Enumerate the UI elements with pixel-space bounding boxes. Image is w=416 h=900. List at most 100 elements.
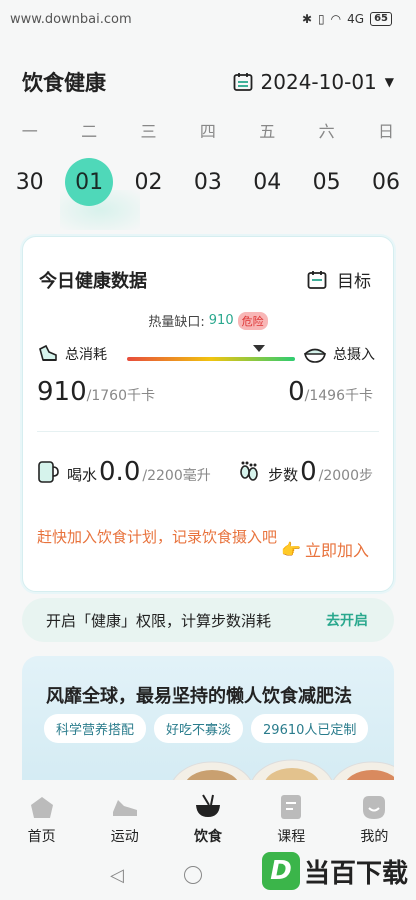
status-bar: www.downbai.com ✱ ▯ ◠ 4G 65 — [0, 0, 416, 38]
tab-profile[interactable]: 我的 — [333, 780, 416, 850]
calorie-balance-bar — [127, 357, 295, 361]
tab-label: 运动 — [110, 829, 139, 845]
tab-label: 首页 — [27, 829, 56, 845]
total-consume: 总消耗 — [37, 343, 107, 365]
water-steps-row: 喝水 0.0 /2200毫升 步数 0 /2000步 — [37, 457, 373, 487]
consume-unit: /1760千卡 — [86, 388, 155, 404]
promo-tag: 好吃不寡淡 — [154, 714, 244, 743]
consume-label: 总消耗 — [65, 347, 107, 363]
footprint-icon — [240, 461, 258, 481]
brand-logo-icon: D — [261, 852, 300, 890]
tab-courses[interactable]: 课程 — [250, 780, 333, 850]
deficit-label: 热量缺口: — [148, 315, 205, 330]
consume-intake-row: 总消耗 总摄入 — [37, 341, 375, 367]
cup-icon — [38, 461, 59, 483]
selected-day-number: 01 — [65, 158, 114, 206]
steps-metric[interactable]: 步数 0 /2000步 — [238, 457, 373, 487]
weekday-label: 一 — [21, 122, 38, 141]
promo-tag: 29610人已定制 — [251, 714, 369, 743]
bluetooth-icon: ✱ — [301, 12, 313, 26]
weekday-label: 日 — [378, 122, 395, 141]
tab-home[interactable]: 首页 — [0, 780, 83, 850]
diet-plan-prompt: 赶快加入饮食计划，记录饮食摄入吧 — [37, 528, 278, 546]
health-data-card: 今日健康数据 目标 热量缺口: 910 危险 总消耗 总摄入 910/1760千… — [22, 236, 394, 592]
join-label: 立即加入 — [304, 541, 369, 560]
week-strip: 一 30 二 01 三 02 四 03 五 04 六 05 日 06 — [0, 118, 416, 206]
weekday-label: 三 — [140, 122, 157, 141]
total-intake: 总摄入 — [303, 343, 375, 365]
intake-unit: /1496千卡 — [304, 388, 373, 404]
health-permission-text: 开启「健康」权限，计算步数消耗 — [46, 611, 272, 630]
water-value: 0.0 — [99, 457, 141, 487]
weekday-label: 六 — [318, 122, 335, 141]
diet-promo-banner[interactable]: 风靡全球，最易坚持的懒人饮食减肥法 科学营养搭配 好吃不寡淡 29610人已定制 — [22, 656, 394, 796]
home-circle-icon[interactable] — [183, 866, 202, 884]
day-number: 02 — [134, 169, 163, 195]
tab-diet[interactable]: 饮食 — [166, 780, 249, 850]
signal-label: 4G — [347, 12, 365, 26]
status-icons: ✱ ▯ ◠ 4G 65 — [302, 12, 392, 26]
intake-label: 总摄入 — [333, 347, 375, 363]
join-now-button[interactable]: 👉 立即加入 — [281, 537, 369, 561]
week-day[interactable]: 一 30 — [0, 118, 59, 206]
goal-button[interactable]: 目标 — [307, 267, 371, 292]
day-number: 03 — [193, 169, 222, 195]
goal-label: 目标 — [337, 272, 371, 292]
week-day[interactable]: 二 01 — [59, 118, 118, 206]
day-number: 04 — [253, 169, 282, 195]
promo-tag: 科学营养搭配 — [44, 714, 147, 743]
deficit-value: 910 — [208, 313, 234, 328]
brand-watermark: D 当百下载 — [261, 852, 408, 890]
steps-value: 0 — [300, 457, 317, 487]
water-unit: /2200毫升 — [142, 468, 211, 484]
back-triangle-icon[interactable]: ◁ — [110, 865, 124, 886]
profile-icon — [363, 796, 386, 819]
course-icon — [281, 795, 302, 819]
steps-unit: /2000步 — [318, 468, 373, 484]
date-text: 2024-10-01 — [260, 70, 377, 94]
day-number: 30 — [15, 169, 44, 195]
pointing-hand-icon: 👉 — [281, 539, 301, 559]
water-metric[interactable]: 喝水 0.0 /2200毫升 — [37, 457, 211, 487]
weekday-label: 二 — [81, 122, 98, 141]
week-day[interactable]: 日 06 — [356, 118, 415, 206]
battery-icon: 65 — [370, 12, 392, 26]
goal-calendar-icon — [307, 270, 327, 289]
day-number: 06 — [372, 169, 401, 195]
danger-badge: 危险 — [237, 311, 268, 330]
watermark-text: www.downbai.com — [10, 11, 132, 27]
tab-label: 我的 — [360, 829, 389, 845]
enable-health-link[interactable]: 去开启 — [326, 610, 368, 630]
kcal-row: 910/1760千卡 0/1496千卡 — [37, 377, 373, 407]
week-day[interactable]: 四 03 — [178, 118, 237, 206]
day-number: 05 — [312, 169, 341, 195]
consume-kcal: 910/1760千卡 — [37, 377, 155, 407]
caret-down-icon: ▼ — [384, 75, 394, 89]
week-day[interactable]: 六 05 — [297, 118, 356, 206]
tab-exercise[interactable]: 运动 — [83, 780, 166, 850]
steps-label: 步数 — [268, 466, 299, 484]
page-title: 饮食健康 — [22, 71, 106, 95]
rice-bowl-icon — [303, 348, 327, 363]
shoe-icon — [39, 344, 57, 361]
tab-label: 饮食 — [194, 829, 222, 845]
weekday-label: 五 — [259, 122, 276, 141]
week-day[interactable]: 三 02 — [119, 118, 178, 206]
promo-tags: 科学营养搭配 好吃不寡淡 29610人已定制 — [44, 714, 369, 743]
weekday-label: 四 — [199, 122, 216, 141]
calendar-icon — [233, 73, 252, 91]
top-bar: 饮食健康 2024-10-01 ▼ — [22, 62, 394, 102]
health-permission-bar: 开启「健康」权限，计算步数消耗 去开启 — [22, 598, 394, 642]
date-picker[interactable]: 2024-10-01 ▼ — [233, 70, 394, 94]
sneaker-icon — [112, 800, 137, 816]
tab-label: 课程 — [277, 829, 306, 845]
vibrate-icon: ▯ — [318, 12, 325, 26]
calorie-deficit: 热量缺口: 910 危险 — [23, 311, 393, 330]
bowl-icon — [196, 794, 220, 817]
brand-logo-text: 当百下载 — [303, 858, 408, 889]
bottom-tab-bar: 首页 运动 饮食 课程 我的 — [0, 780, 416, 850]
card-divider — [37, 431, 379, 432]
card-title: 今日健康数据 — [39, 271, 147, 292]
week-day[interactable]: 五 04 — [238, 118, 297, 206]
water-label: 喝水 — [67, 466, 98, 484]
